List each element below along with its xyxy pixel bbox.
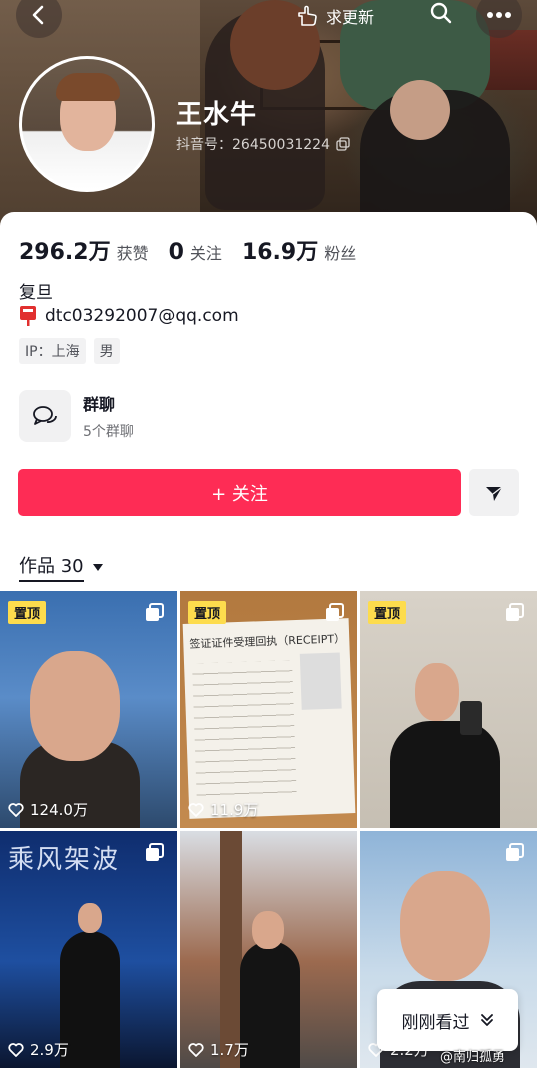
bio-email: dtc03292007@qq.com <box>45 306 239 326</box>
multi-image-icon <box>326 603 344 621</box>
multi-image-icon <box>146 603 164 621</box>
tile-figure <box>60 931 120 1068</box>
heart-icon <box>188 1042 204 1057</box>
cover-person-head <box>390 80 450 140</box>
request-update-button[interactable]: 求更新 <box>296 2 374 30</box>
works-tab[interactable]: 作品 30 <box>19 552 104 582</box>
bio-email-row: dtc03292007@qq.com <box>19 305 239 327</box>
tile-figure-head <box>30 651 120 761</box>
profile-name: 王水牛 <box>176 100 258 130</box>
like-count: 1.7万 <box>188 1039 249 1060</box>
request-update-label: 求更新 <box>326 8 375 27</box>
group-chat-text: 群聊 5个群聊 <box>83 391 134 441</box>
video-tile[interactable]: 置顶 <box>360 591 537 828</box>
stat-followers[interactable]: 16.9万 粉丝 <box>242 234 356 266</box>
document-lines <box>192 660 297 804</box>
tile-phone <box>460 701 482 735</box>
mailbox-icon <box>20 306 36 326</box>
avatar[interactable] <box>19 56 155 192</box>
video-tile[interactable]: 置顶 124.0万 <box>0 591 177 828</box>
bio-tags: IP：上海 男 <box>19 338 120 364</box>
share-profile-button[interactable] <box>469 469 519 516</box>
more-dots-icon <box>487 12 511 18</box>
heart-icon <box>8 1042 24 1057</box>
profile-card: 296.2万 获赞 0 关注 16.9万 粉丝 复旦 dtc03292007@q… <box>0 212 537 1074</box>
like-count-text: 11.9万 <box>210 801 259 819</box>
tile-figure <box>390 721 500 828</box>
tile-overlay-text: 乘风架波 <box>8 845 121 875</box>
douyin-id-text: 抖音号：26450031224 <box>176 137 330 153</box>
stat-value: 16.9万 <box>241 240 319 265</box>
receipt-document: 签证证件受理回执（RECEIPT） <box>182 618 356 819</box>
like-count: 11.9万 <box>188 799 258 820</box>
video-tile[interactable]: 签证证件受理回执（RECEIPT） 置顶 11.9万 <box>180 591 357 828</box>
double-chevron-down-icon <box>480 1014 493 1026</box>
back-arrow-icon <box>32 5 44 25</box>
multi-image-icon <box>146 843 164 861</box>
stat-label: 关注 <box>189 244 222 263</box>
stat-likes[interactable]: 296.2万 获赞 <box>19 234 149 266</box>
bio-school: 复旦 <box>19 283 53 303</box>
ip-location-tag: IP：上海 <box>19 338 86 364</box>
tile-figure-head <box>415 663 459 721</box>
like-count-text: 2.9万 <box>30 1041 69 1059</box>
pinned-badge: 置顶 <box>8 601 47 624</box>
recently-viewed-button[interactable]: 刚刚看过 <box>377 989 518 1051</box>
tile-figure-head <box>252 911 284 949</box>
group-chat-title: 群聊 <box>83 395 116 414</box>
stat-value: 0 <box>168 240 184 265</box>
pinned-badge: 置顶 <box>188 601 227 624</box>
like-count: 2.9万 <box>8 1039 69 1060</box>
video-tile[interactable]: 1.7万 <box>180 831 357 1068</box>
works-tab-label: 作品 30 <box>19 552 84 582</box>
tile-figure-head <box>400 871 490 981</box>
stats-row: 296.2万 获赞 0 关注 16.9万 粉丝 <box>19 234 376 266</box>
like-count-text: 1.7万 <box>210 1041 249 1059</box>
multi-image-icon <box>506 603 524 621</box>
send-icon <box>486 485 503 501</box>
group-chat-entry[interactable]: 群聊 5个群聊 <box>19 390 134 442</box>
like-count-text: 124.0万 <box>30 801 88 819</box>
heart-icon <box>188 802 204 817</box>
follow-button[interactable]: + 关注 <box>18 469 461 516</box>
douyin-id: 抖音号：26450031224 <box>176 134 350 154</box>
pinned-badge: 置顶 <box>368 601 407 624</box>
watermark: @南归孤勇 <box>440 1050 506 1065</box>
gender-tag: 男 <box>93 338 120 364</box>
video-tile[interactable]: 乘风架波 2.9万 <box>0 831 177 1068</box>
finger-point-icon <box>298 5 317 26</box>
like-count: 124.0万 <box>8 799 88 820</box>
search-icon <box>430 2 452 24</box>
multi-image-icon <box>506 843 524 861</box>
chat-bubbles-icon <box>33 406 57 425</box>
document-title: 签证证件受理回执（RECEIPT） <box>189 632 346 651</box>
group-chat-icon-box <box>19 390 71 442</box>
copy-icon[interactable] <box>336 137 350 151</box>
recently-viewed-label: 刚刚看过 <box>401 1012 470 1033</box>
stat-value: 296.2万 <box>19 240 111 265</box>
caret-down-icon <box>92 564 103 571</box>
tile-figure <box>240 941 300 1068</box>
avatar-hair <box>56 73 120 101</box>
stat-label: 粉丝 <box>324 244 357 263</box>
stat-following[interactable]: 0 关注 <box>169 240 222 265</box>
stat-label: 获赞 <box>116 244 149 263</box>
group-chat-subtitle: 5个群聊 <box>83 424 134 440</box>
tile-pole <box>220 831 242 1068</box>
document-photo <box>299 652 342 710</box>
heart-icon <box>8 802 24 817</box>
tile-figure-head <box>78 903 102 933</box>
